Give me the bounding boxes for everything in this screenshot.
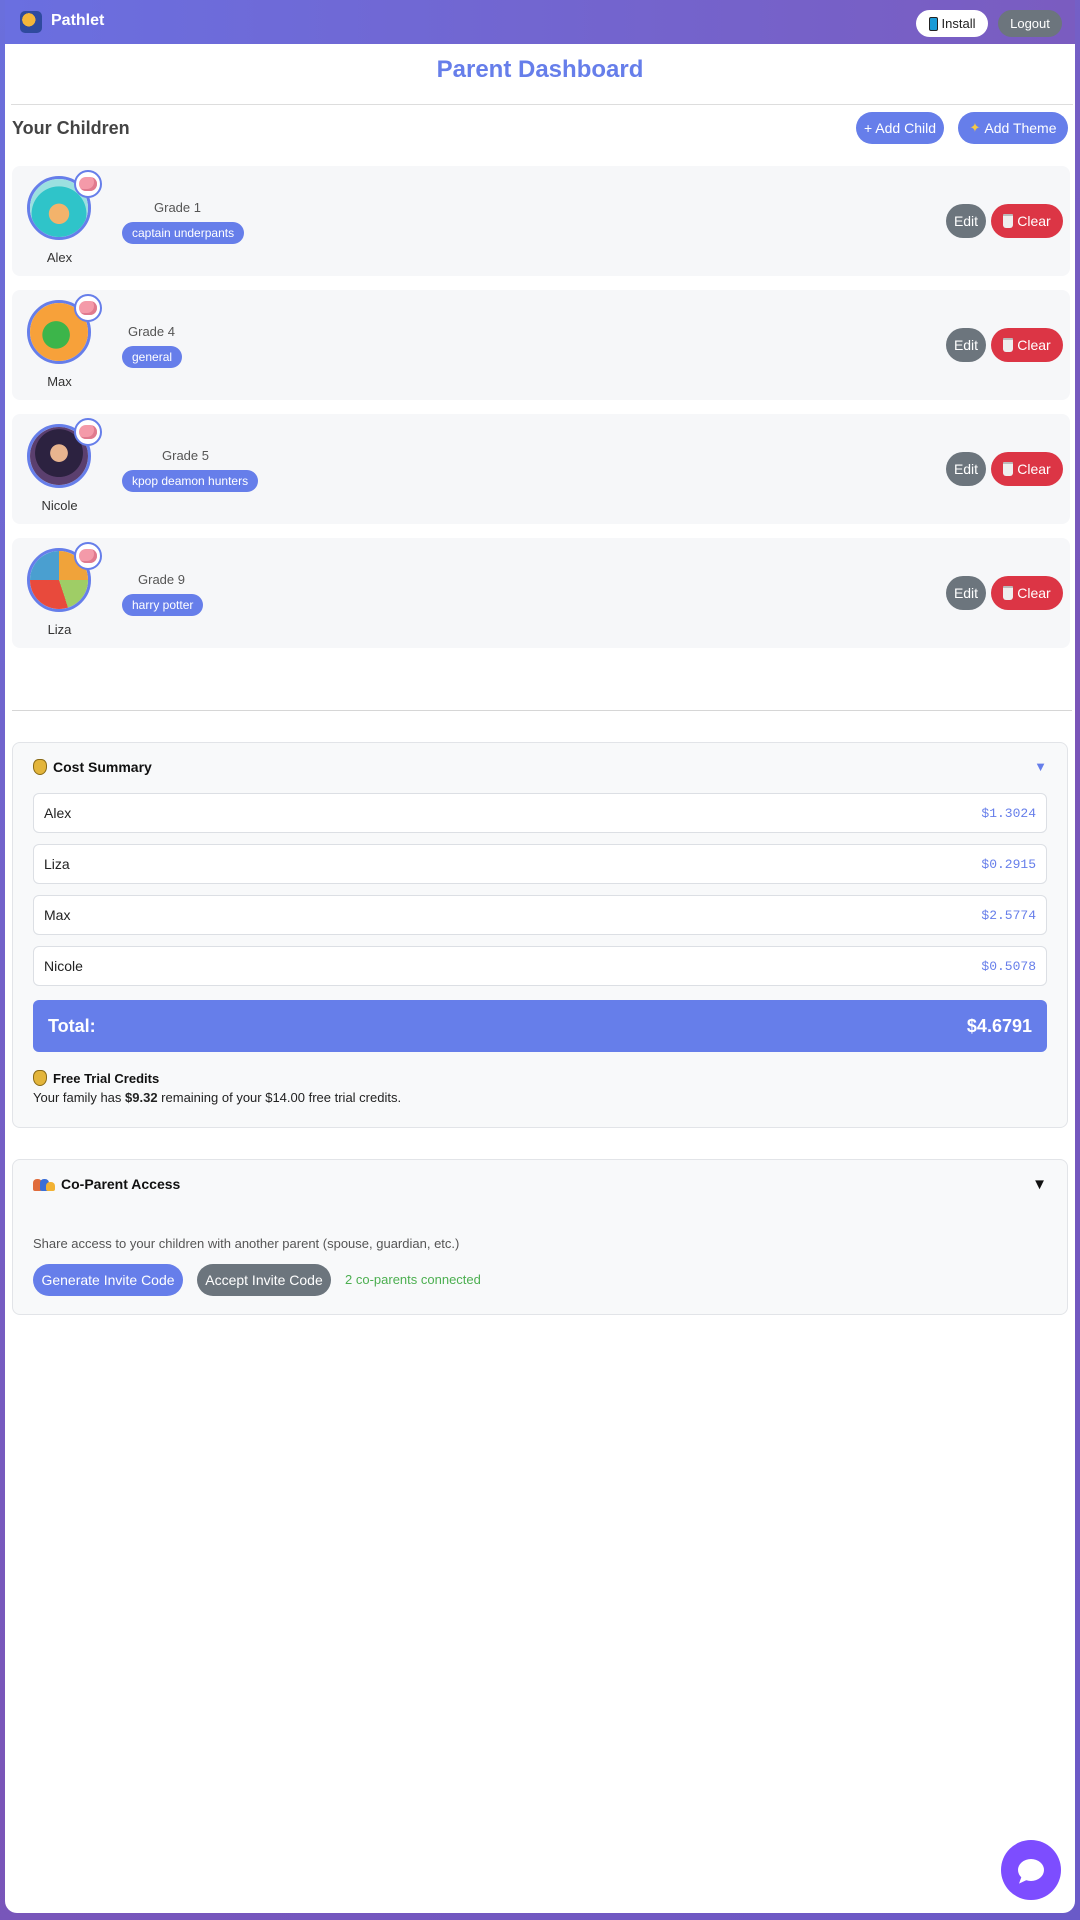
theme-badge: captain underpants bbox=[122, 222, 245, 244]
total-value: $4.6791 bbox=[966, 1016, 1032, 1036]
cost-amount: $0.5078 bbox=[981, 959, 1036, 974]
child-card: Max Grade 4 general Edit Clear bbox=[12, 290, 1070, 400]
theme-badge: harry potter bbox=[122, 594, 204, 616]
trash-icon bbox=[1003, 338, 1014, 352]
collapse-toggle-icon[interactable]: ▼ bbox=[1034, 759, 1047, 774]
coparent-panel: Co-Parent Access ▼ Share access to your … bbox=[12, 1159, 1068, 1315]
cost-row: Alex $1.3024 bbox=[33, 793, 1047, 833]
coparent-title: Co-Parent Access bbox=[61, 1176, 181, 1192]
child-card: Nicole Grade 5 kpop deamon hunters Edit … bbox=[12, 414, 1070, 524]
trash-icon bbox=[1003, 462, 1014, 476]
clear-button[interactable]: Clear bbox=[991, 452, 1063, 486]
cost-row: Nicole $0.5078 bbox=[33, 946, 1047, 986]
edit-button[interactable]: Edit bbox=[946, 576, 986, 610]
cost-child-name: Max bbox=[44, 907, 71, 923]
coparent-description: Share access to your children with anoth… bbox=[33, 1236, 460, 1251]
phone-icon bbox=[928, 16, 938, 31]
cost-child-name: Liza bbox=[44, 856, 70, 872]
children-heading: Your Children bbox=[12, 118, 130, 138]
total-bar: Total: $4.6791 bbox=[33, 1000, 1047, 1052]
app-title: Pathlet bbox=[51, 12, 105, 29]
credits-prefix: Your family has bbox=[33, 1090, 126, 1105]
trash-icon bbox=[1003, 586, 1014, 600]
clear-button[interactable]: Clear bbox=[991, 576, 1063, 610]
install-label: Install bbox=[941, 16, 976, 31]
clear-button[interactable]: Clear bbox=[991, 328, 1063, 362]
money-bag-icon bbox=[33, 1070, 47, 1086]
child-name: Max bbox=[47, 374, 72, 389]
cost-amount: $1.3024 bbox=[981, 806, 1036, 821]
logout-button[interactable]: Logout bbox=[998, 10, 1062, 37]
cost-amount: $0.2915 bbox=[981, 857, 1036, 872]
divider bbox=[12, 710, 1072, 711]
cost-row: Max $2.5774 bbox=[33, 895, 1047, 935]
add-theme-label: Add Theme bbox=[984, 120, 1057, 136]
theme-badge: kpop deamon hunters bbox=[122, 470, 259, 492]
credits-amount: $9.32 bbox=[125, 1090, 158, 1105]
credits-suffix: remaining of your $14.00 free trial cred… bbox=[157, 1090, 402, 1105]
edit-button[interactable]: Edit bbox=[946, 452, 986, 486]
install-button[interactable]: Install bbox=[916, 10, 988, 37]
clear-label: Clear bbox=[1017, 337, 1051, 353]
free-credits-text: Your family has $9.32 remaining of your … bbox=[33, 1090, 401, 1105]
free-credits-title: Free Trial Credits bbox=[53, 1070, 160, 1086]
child-card: Liza Grade 9 harry potter Edit Clear bbox=[12, 538, 1070, 648]
add-theme-button[interactable]: ✦ Add Theme bbox=[958, 112, 1068, 144]
app-logo-icon bbox=[20, 11, 42, 33]
page-title: Parent Dashboard bbox=[436, 56, 644, 83]
clear-label: Clear bbox=[1017, 585, 1051, 601]
edit-button[interactable]: Edit bbox=[946, 204, 986, 238]
child-name: Nicole bbox=[41, 498, 78, 513]
generate-invite-button[interactable]: Generate Invite Code bbox=[33, 1264, 183, 1296]
brain-icon[interactable] bbox=[74, 542, 102, 570]
child-grade: Grade 4 bbox=[128, 324, 175, 339]
coparent-header[interactable]: Co-Parent Access bbox=[33, 1176, 180, 1192]
cost-row: Liza $0.2915 bbox=[33, 844, 1047, 884]
edit-button[interactable]: Edit bbox=[946, 328, 986, 362]
cost-child-name: Alex bbox=[44, 805, 72, 821]
app-frame: Pathlet Install Logout Parent Dashboard … bbox=[5, 0, 1075, 1913]
cost-summary-header[interactable]: Cost Summary bbox=[33, 759, 152, 775]
child-name: Alex bbox=[46, 250, 73, 265]
cost-amount: $2.5774 bbox=[981, 908, 1036, 923]
add-child-button[interactable]: + Add Child bbox=[856, 112, 944, 144]
cost-child-name: Nicole bbox=[44, 958, 83, 974]
brain-icon[interactable] bbox=[74, 294, 102, 322]
top-bar: Pathlet Install Logout bbox=[5, 0, 1075, 44]
clear-label: Clear bbox=[1017, 461, 1051, 477]
child-card: Alex Grade 1 captain underpants Edit Cle… bbox=[12, 166, 1070, 276]
brain-icon[interactable] bbox=[74, 418, 102, 446]
child-name: Liza bbox=[47, 622, 72, 637]
collapse-toggle-icon[interactable]: ▼ bbox=[1032, 1176, 1047, 1193]
coparent-status: 2 co-parents connected bbox=[345, 1272, 481, 1287]
clear-label: Clear bbox=[1017, 213, 1051, 229]
child-grade: Grade 5 bbox=[162, 448, 209, 463]
sparkle-icon: ✦ bbox=[969, 120, 981, 135]
theme-badge: general bbox=[122, 346, 183, 368]
cost-summary-panel: Cost Summary ▼ Alex $1.3024 Liza $0.2915… bbox=[12, 742, 1068, 1128]
clear-button[interactable]: Clear bbox=[991, 204, 1063, 238]
family-icon bbox=[33, 1177, 55, 1191]
child-grade: Grade 1 bbox=[154, 200, 201, 215]
accept-invite-button[interactable]: Accept Invite Code bbox=[197, 1264, 331, 1296]
child-grade: Grade 9 bbox=[138, 572, 185, 587]
divider bbox=[11, 104, 1073, 105]
money-bag-icon bbox=[33, 759, 47, 775]
chat-bubble-icon bbox=[1018, 1859, 1044, 1881]
cost-summary-title: Cost Summary bbox=[53, 759, 152, 775]
brain-icon[interactable] bbox=[74, 170, 102, 198]
total-label: Total: bbox=[48, 1016, 96, 1036]
chat-button[interactable] bbox=[1001, 1840, 1061, 1900]
free-credits-heading: Free Trial Credits bbox=[33, 1070, 159, 1086]
trash-icon bbox=[1003, 214, 1014, 228]
